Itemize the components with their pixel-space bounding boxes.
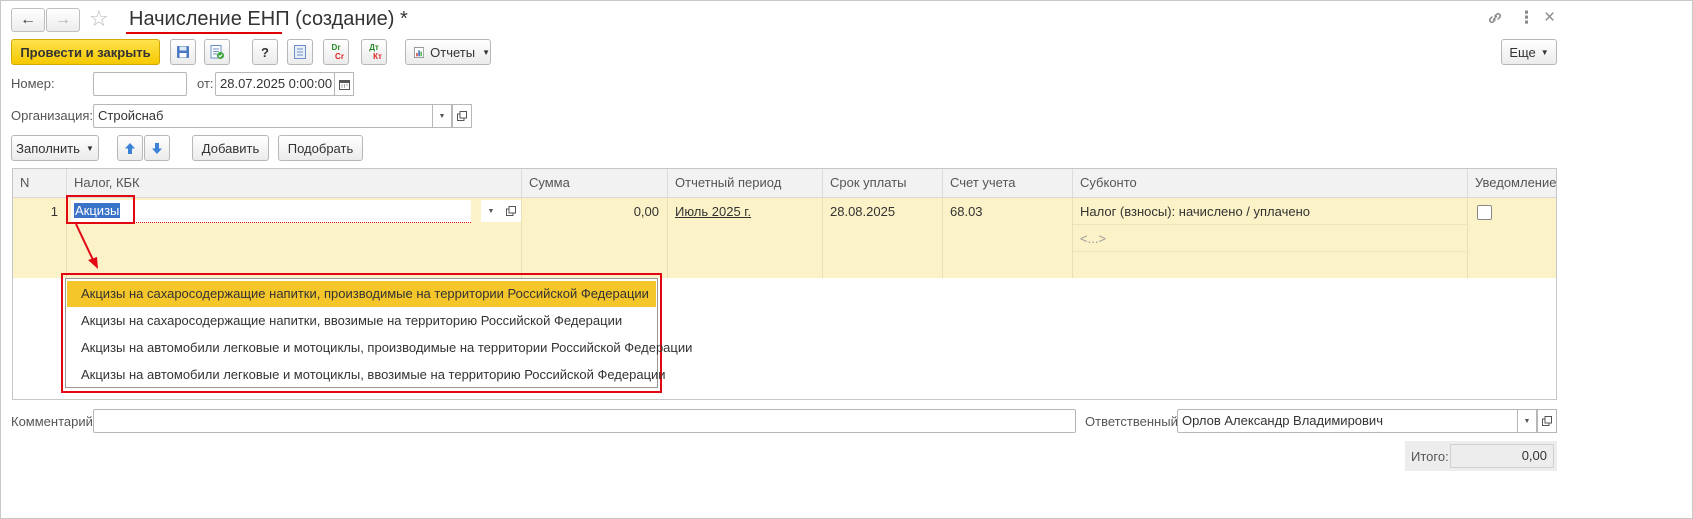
page-title: Начисление ЕНП (создание) * — [129, 8, 408, 30]
post-button[interactable] — [204, 39, 230, 65]
period-cell[interactable]: Июль 2025 г. — [668, 198, 823, 278]
move-up-button[interactable] — [117, 135, 143, 161]
kt-label: Кт — [373, 52, 382, 61]
link-icon[interactable] — [1487, 10, 1503, 30]
subconto-2[interactable]: <...> — [1080, 231, 1106, 246]
responsible-dropdown-button[interactable]: ▼ — [1517, 409, 1537, 433]
responsible-open-button[interactable] — [1537, 409, 1557, 433]
add-row-button[interactable]: Добавить — [192, 135, 269, 161]
more-vertical-icon[interactable]: ⋮ — [1518, 8, 1535, 28]
table-header: N Налог, КБК Сумма Отчетный период Срок … — [13, 169, 1556, 198]
organization-dropdown-button[interactable]: ▼ — [432, 104, 452, 128]
dt-label: Дт — [369, 43, 379, 52]
dropdown-item[interactable]: Акцизы на автомобили легковые и мотоцикл… — [67, 362, 666, 388]
total-value: 0,00 — [1450, 444, 1554, 468]
tax-input-highlight — [66, 195, 135, 224]
move-down-button[interactable] — [144, 135, 170, 161]
fill-label: Заполнить — [16, 140, 80, 156]
more-button[interactable]: Еще ▼ — [1501, 39, 1557, 65]
notice-checkbox[interactable] — [1477, 205, 1492, 220]
open-form-icon — [457, 111, 467, 121]
organization-open-button[interactable] — [452, 104, 472, 128]
tax-dropdown-list: Акцизы на сахаросодержащие напитки, прои… — [65, 278, 692, 388]
tax-dropdown-button[interactable]: ▼ — [481, 200, 501, 222]
total-label: Итого: — [1411, 449, 1449, 464]
dr-label: Dr — [331, 43, 341, 52]
notice-cell — [1468, 198, 1556, 278]
comment-field[interactable] — [93, 409, 1076, 433]
tax-cell[interactable]: Акцизы ▼ — [67, 198, 522, 278]
account-cell[interactable]: 68.03 — [943, 198, 1073, 278]
reports-button[interactable]: Отчеты ▼ — [405, 39, 491, 65]
close-icon[interactable]: × — [1544, 7, 1555, 29]
chevron-down-icon: ▼ — [438, 112, 446, 120]
number-label: Номер: — [11, 76, 55, 91]
fill-button[interactable]: Заполнить ▼ — [11, 135, 99, 161]
title-underline-annotation — [126, 32, 282, 34]
arrow-left-icon: ← — [20, 11, 36, 28]
calendar-icon — [338, 79, 350, 90]
save-button[interactable] — [170, 39, 196, 65]
more-label: Еще — [1509, 44, 1536, 60]
responsible-label: Ответственный: — [1085, 414, 1182, 429]
calendar-button[interactable] — [334, 72, 354, 96]
chevron-down-icon: ▼ — [1523, 417, 1531, 425]
subconto-1[interactable]: Налог (взносы): начислено / уплачено — [1080, 204, 1310, 219]
chevron-down-icon: ▼ — [1540, 47, 1549, 57]
document-list-button[interactable] — [287, 39, 313, 65]
dropdown-item[interactable]: Акцизы на сахаросодержащие напитки, прои… — [67, 281, 656, 307]
arrow-right-icon: → — [55, 11, 71, 28]
column-header-n[interactable]: N — [13, 169, 67, 197]
dt-kt-journal-button[interactable]: Дт Кт — [361, 39, 387, 65]
tax-open-button[interactable] — [501, 200, 521, 222]
pick-button[interactable]: Подобрать — [278, 135, 363, 161]
favorite-star-icon[interactable]: ☆ — [89, 6, 109, 32]
comment-label: Комментарий: — [11, 414, 97, 429]
reports-label: Отчеты — [430, 44, 476, 60]
subconto-cell[interactable]: Налог (взносы): начислено / уплачено <..… — [1073, 198, 1468, 278]
responsible-field[interactable]: Орлов Александр Владимирович — [1177, 409, 1519, 433]
column-header-due[interactable]: Срок уплаты — [823, 169, 943, 197]
chevron-down-icon: ▼ — [487, 207, 495, 215]
column-header-sum[interactable]: Сумма — [522, 169, 668, 197]
column-header-account[interactable]: Счет учета — [943, 169, 1073, 197]
post-and-close-button[interactable]: Провести и закрыть — [11, 39, 160, 65]
dt-cr-movements-button[interactable]: Dr Cr — [323, 39, 349, 65]
help-button[interactable]: ? — [252, 39, 278, 65]
column-header-period[interactable]: Отчетный период — [668, 169, 823, 197]
number-field[interactable] — [93, 72, 187, 96]
document-list-icon — [294, 45, 306, 59]
sum-cell[interactable]: 0,00 — [522, 198, 668, 278]
date-label: от: — [197, 76, 214, 91]
column-header-notice[interactable]: Уведомление — [1468, 169, 1556, 197]
column-header-tax[interactable]: Налог, КБК — [67, 169, 522, 197]
organization-field[interactable]: Стройснаб — [93, 104, 434, 128]
chevron-down-icon: ▼ — [85, 143, 94, 153]
dropdown-item[interactable]: Акцизы на сахаросодержащие напитки, ввоз… — [67, 308, 656, 334]
forward-button[interactable]: → — [46, 8, 80, 32]
arrow-down-icon — [152, 142, 162, 154]
row-number: 1 — [13, 198, 67, 278]
post-document-icon — [210, 45, 224, 59]
floppy-disk-icon — [177, 46, 189, 58]
open-form-icon — [506, 206, 516, 216]
period-link[interactable]: Июль 2025 г. — [675, 204, 751, 219]
table-row[interactable]: 1 Акцизы ▼ 0,00 Июль 2025 г. 28.08.2025 … — [13, 198, 1556, 278]
due-date-cell[interactable]: 28.08.2025 — [823, 198, 943, 278]
column-header-subconto[interactable]: Субконто — [1073, 169, 1468, 197]
chevron-down-icon: ▼ — [482, 47, 490, 57]
arrow-up-icon — [125, 142, 135, 154]
organization-label: Организация: — [11, 108, 94, 123]
dropdown-item[interactable]: Акцизы на автомобили легковые и мотоцикл… — [67, 335, 692, 361]
open-form-icon — [1542, 416, 1552, 426]
back-button[interactable]: ← — [11, 8, 45, 32]
report-chart-icon — [414, 46, 425, 58]
annotation-arrow — [75, 223, 98, 269]
date-field[interactable]: 28.07.2025 0:00:00 — [215, 72, 335, 96]
cr-label: Cr — [335, 52, 344, 61]
